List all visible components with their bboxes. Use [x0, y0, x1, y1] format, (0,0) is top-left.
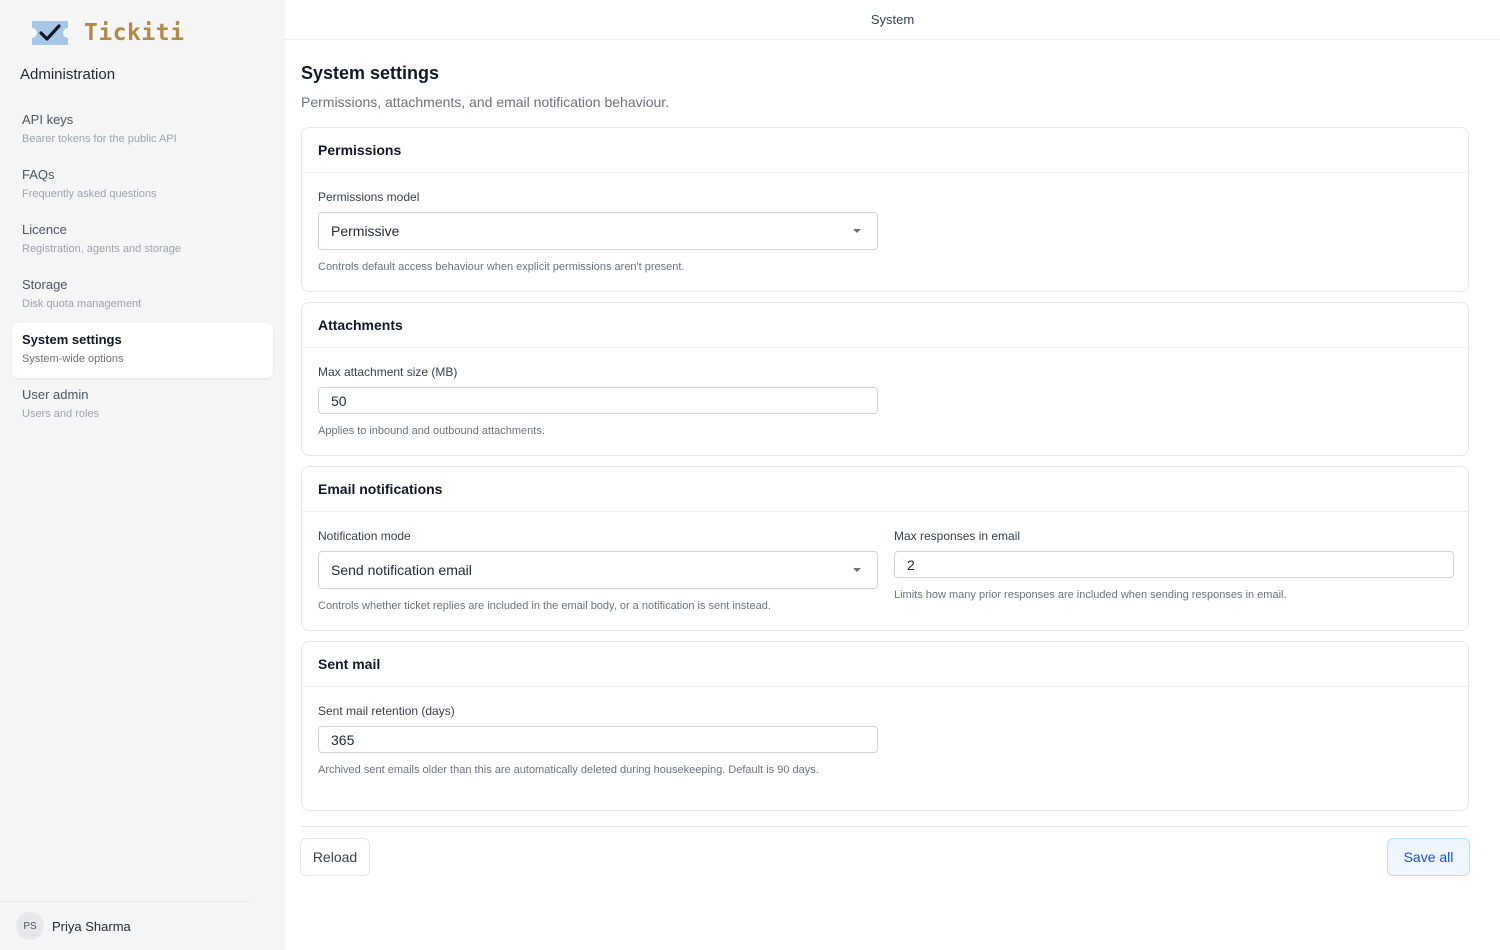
field-label: Sent mail retention (days)	[318, 704, 455, 718]
sidebar-item-system-settings[interactable]: System settings System-wide options	[12, 323, 273, 378]
footer-divider	[301, 826, 1469, 827]
field-help: Controls whether ticket replies are incl…	[318, 600, 771, 612]
attachments-card: Attachments Max attachment size (MB) App…	[301, 302, 1469, 456]
sidebar-nav: API keys Bearer tokens for the public AP…	[12, 103, 273, 433]
ticket-check-icon	[32, 21, 68, 45]
topbar: System	[285, 0, 1500, 40]
brand-name: Tickiti	[84, 20, 185, 46]
field-help: Controls default access behaviour when e…	[318, 261, 685, 273]
field-label: Notification mode	[318, 529, 411, 543]
sidebar-item-desc: Registration, agents and storage	[22, 243, 181, 255]
page-title: System settings	[301, 63, 440, 83]
card-title: Email notifications	[302, 467, 1468, 512]
notification-mode-select[interactable]: Send notification email	[318, 551, 878, 589]
user-menu[interactable]: PS Priya Sharma	[0, 901, 250, 950]
reload-button[interactable]: Reload	[300, 838, 370, 876]
card-title: Sent mail	[302, 642, 1468, 687]
sidebar-item-label: API keys	[22, 112, 74, 127]
sidebar-item-desc: System-wide options	[22, 353, 124, 365]
sidebar-item-desc: Bearer tokens for the public API	[22, 133, 177, 145]
select-value: Permissive	[331, 223, 400, 239]
card-title: Attachments	[302, 303, 1468, 348]
max-attachment-size-field: Max attachment size (MB) Applies to inbo…	[318, 365, 878, 439]
sidebar-item-label: System settings	[22, 332, 122, 347]
topbar-title: System	[870, 12, 915, 27]
avatar: PS	[16, 912, 44, 940]
sidebar-item-licence[interactable]: Licence Registration, agents and storage	[12, 213, 273, 268]
sidebar-item-user-admin[interactable]: User admin Users and roles	[12, 378, 273, 433]
sidebar-item-desc: Disk quota management	[22, 298, 142, 310]
sent-mail-retention-field: Sent mail retention (days) Archived sent…	[318, 704, 878, 778]
permissions-card: Permissions Permissions model Permissive…	[301, 127, 1469, 292]
sidebar-item-label: User admin	[22, 387, 89, 402]
field-help: Archived sent emails older than this are…	[318, 764, 819, 776]
sidebar: Tickiti Administration API keys Bearer t…	[0, 0, 285, 950]
field-label: Max responses in email	[894, 529, 1021, 543]
sent-mail-retention-input[interactable]	[318, 726, 878, 753]
chevron-down-icon	[853, 229, 861, 233]
max-responses-input[interactable]	[894, 551, 1454, 578]
card-title: Permissions	[302, 128, 1468, 173]
sidebar-item-label: Storage	[22, 277, 68, 292]
email-notifications-card: Email notifications Notification mode Se…	[301, 466, 1469, 631]
select-value: Send notification email	[331, 562, 472, 578]
sidebar-item-label: Licence	[22, 222, 67, 237]
permissions-model-field: Permissions model Permissive Controls de…	[318, 190, 878, 275]
page-subtitle: Permissions, attachments, and email noti…	[301, 94, 670, 110]
sidebar-item-desc: Users and roles	[22, 408, 100, 420]
max-responses-field: Max responses in email Limits how many p…	[894, 529, 1454, 603]
sidebar-item-label: FAQs	[22, 167, 55, 182]
sidebar-item-desc: Frequently asked questions	[22, 188, 157, 200]
field-label: Permissions model	[318, 190, 420, 204]
sidebar-item-api-keys[interactable]: API keys Bearer tokens for the public AP…	[12, 103, 273, 158]
permissions-model-select[interactable]: Permissive	[318, 212, 878, 250]
sidebar-item-storage[interactable]: Storage Disk quota management	[12, 268, 273, 323]
field-help: Applies to inbound and outbound attachme…	[318, 425, 545, 437]
sent-mail-card: Sent mail Sent mail retention (days) Arc…	[301, 641, 1469, 811]
field-help: Limits how many prior responses are incl…	[894, 589, 1287, 601]
user-name: Priya Sharma	[52, 918, 131, 934]
notification-mode-field: Notification mode Send notification emai…	[318, 529, 878, 614]
field-label: Max attachment size (MB)	[318, 365, 458, 379]
save-all-button[interactable]: Save all	[1387, 838, 1470, 876]
brand[interactable]: Tickiti	[30, 16, 184, 50]
sidebar-heading: Administration	[20, 66, 116, 83]
sidebar-item-faqs[interactable]: FAQs Frequently asked questions	[12, 158, 273, 213]
chevron-down-icon	[853, 568, 861, 572]
max-attachment-size-input[interactable]	[318, 387, 878, 414]
